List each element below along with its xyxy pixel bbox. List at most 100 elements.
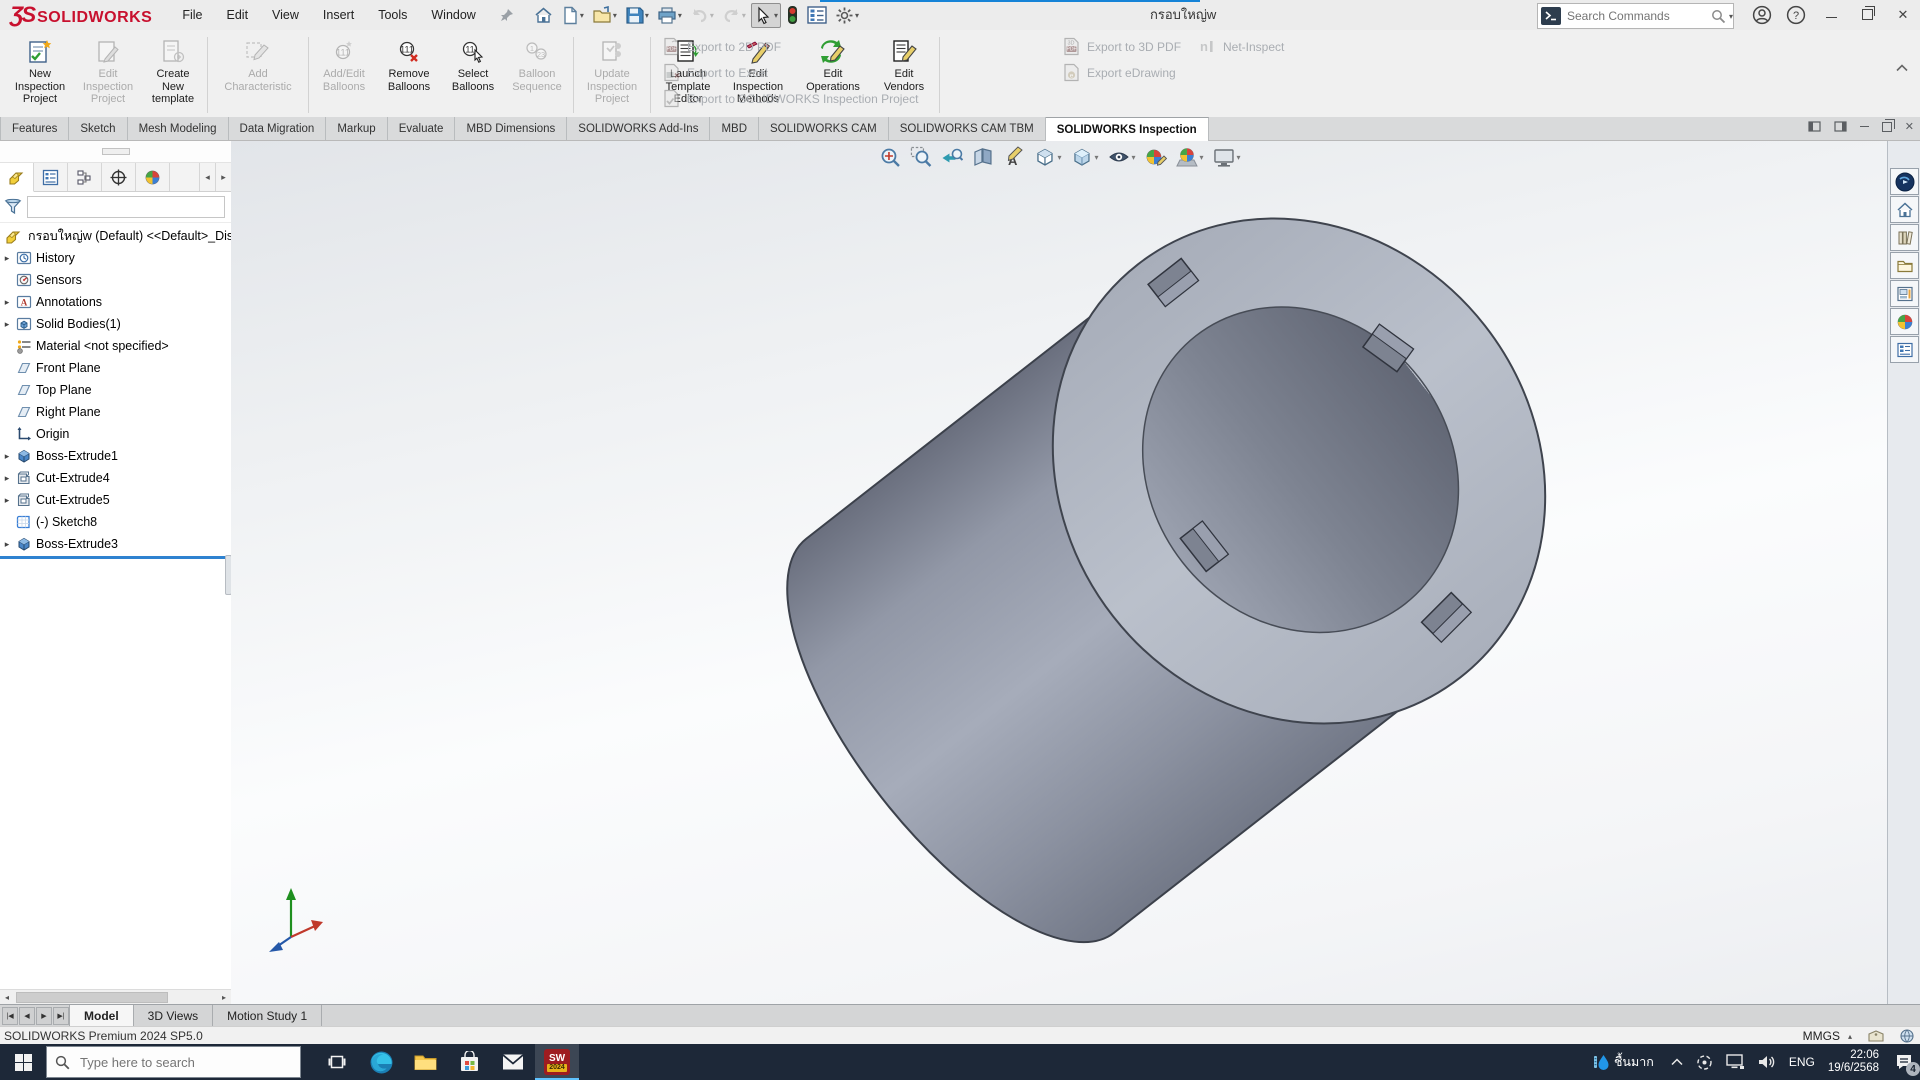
status-globe-icon[interactable] [1900,1029,1914,1043]
zoom-to-fit-icon[interactable] [877,145,901,169]
search-icon[interactable] [1711,9,1726,24]
new-document-button[interactable]: ▾ [558,3,587,28]
select-tool-caret[interactable]: ▾ [774,11,778,20]
tree-item-origin[interactable]: Origin [0,423,231,445]
tree-item-material[interactable]: Material <not specified> [0,335,231,357]
tab-features[interactable]: Features [0,117,69,140]
redo-button[interactable]: ▾ [719,3,749,28]
zoom-to-area-icon[interactable] [908,145,932,169]
apply-scene-button[interactable]: ▾ [1175,145,1205,169]
hide-show-items-caret[interactable]: ▾ [1131,153,1135,162]
weather-widget[interactable]: ชื้นมาก [1589,1052,1658,1072]
tree-item-solid-bodies[interactable]: ▸ Solid Bodies(1) [0,313,231,335]
tab-solidworks-inspection[interactable]: SOLIDWORKS Inspection [1046,117,1209,141]
add-characteristic-button[interactable]: Add Characteristic [211,35,305,96]
save-button[interactable]: ▾ [622,3,652,28]
edge-icon[interactable] [359,1044,403,1080]
doc-tab-motion-study[interactable]: Motion Study 1 [213,1005,322,1027]
tab-solidworks-add-ins[interactable]: SOLIDWORKS Add-Ins [567,117,710,140]
taskbar-clock[interactable]: 22:06 19/6/2568 [1828,1049,1879,1075]
screen-snip-icon[interactable] [1696,1054,1713,1071]
language-indicator[interactable]: ENG [1789,1055,1815,1069]
tree-root-item[interactable]: กรอบใหญ่w (Default) <<Default>_Displ [0,225,231,247]
pin-menu-icon[interactable] [500,8,514,22]
display-style-caret[interactable]: ▾ [1094,153,1098,162]
command-search[interactable]: ▾ [1537,3,1734,29]
tree-item-history[interactable]: ▸ History [0,247,231,269]
tab-sketch[interactable]: Sketch [69,117,127,140]
close-button[interactable]: ✕ [1892,7,1914,23]
restore-button[interactable] [1856,8,1878,23]
edit-inspection-project-button[interactable]: Edit Inspection Project [74,35,142,109]
menu-insert[interactable]: Insert [311,3,366,27]
previous-view-icon[interactable] [939,145,963,169]
expand-arrow-icon[interactable]: ▸ [0,539,14,550]
tree-item-sketch8[interactable]: (-) Sketch8 [0,511,231,533]
graphics-viewport[interactable]: A ▾ ▾ ▾ ▾ ▾ [231,140,1888,1004]
model-canvas[interactable] [231,140,1888,1004]
file-explorer-icon[interactable] [403,1044,447,1080]
units-selector[interactable]: MMGS ▴ [1803,1029,1852,1043]
tree-item-annotations[interactable]: ▸ A Annotations [0,291,231,313]
file-explorer-icon[interactable] [1890,252,1919,279]
undo-button[interactable]: ▾ [687,3,717,28]
balloon-sequence-button[interactable]: 123 Balloon Sequence [504,35,570,96]
view-settings-caret[interactable]: ▾ [1237,153,1241,162]
doc-tab-model[interactable]: Model [69,1005,134,1027]
save-caret[interactable]: ▾ [645,11,649,20]
new-inspection-project-button[interactable]: New Inspection Project [6,35,74,109]
start-button[interactable] [0,1044,46,1080]
redo-caret[interactable]: ▾ [742,11,746,20]
appearances-scenes-icon[interactable] [1890,308,1919,335]
scroll-right-icon[interactable]: ▸ [217,993,231,1002]
filter-funnel-icon[interactable] [4,198,22,216]
feature-tree-tab[interactable] [0,163,34,192]
menu-edit[interactable]: Edit [215,3,261,27]
edit-appearance-icon[interactable] [1144,145,1168,169]
expand-arrow-icon[interactable]: ▸ [0,319,14,330]
apply-scene-caret[interactable]: ▾ [1200,153,1204,162]
cylinder-part-model[interactable] [720,140,1646,1004]
menu-tools[interactable]: Tools [366,3,419,27]
view-palette-icon[interactable] [1890,280,1919,307]
dock-pane-left-icon[interactable] [1808,121,1821,132]
section-view-icon[interactable] [970,145,994,169]
next-tab-icon[interactable]: ▶ [36,1007,52,1025]
expand-arrow-icon[interactable]: ▸ [0,451,14,462]
network-display-icon[interactable] [1726,1054,1745,1070]
volume-icon[interactable] [1758,1054,1776,1070]
account-icon[interactable] [1752,5,1772,25]
expand-arrow-icon[interactable]: ▸ [0,495,14,506]
custom-properties-icon[interactable] [1890,336,1919,363]
tab-mesh-modeling[interactable]: Mesh Modeling [128,117,229,140]
panel-tab-scroll-left[interactable]: ◂ [199,163,215,191]
view-settings-button[interactable]: ▾ [1212,145,1242,169]
tab-solidworks-cam[interactable]: SOLIDWORKS CAM [759,117,889,140]
tag-icon[interactable] [1868,1030,1884,1043]
3dexperience-icon[interactable] [1890,168,1919,195]
panel-splitter-handle[interactable] [102,148,130,155]
print-button[interactable]: ▾ [654,3,685,28]
tab-evaluate[interactable]: Evaluate [388,117,456,140]
action-center-icon[interactable]: 4 [1892,1050,1916,1074]
tree-item-right-plane[interactable]: Right Plane [0,401,231,423]
document-close-icon[interactable]: ✕ [1905,120,1914,133]
task-pane-home-icon[interactable] [1890,196,1919,223]
export-edrawing-button[interactable]: e Export eDrawing [1062,62,1181,83]
tree-item-cut-extrude5[interactable]: ▸ Cut-Extrude5 [0,489,231,511]
options-caret[interactable]: ▾ [855,11,859,20]
tree-item-sensors[interactable]: Sensors [0,269,231,291]
select-tool-button[interactable]: ▾ [751,3,781,28]
taskbar-search-input[interactable] [78,1054,292,1071]
hide-show-items-button[interactable]: ▾ [1106,145,1136,169]
task-pane-toggle-button[interactable] [804,3,830,27]
menu-view[interactable]: View [260,3,311,27]
open-document-button[interactable]: ▾ [589,3,620,28]
dock-pane-right-icon[interactable] [1834,121,1847,132]
undo-caret[interactable]: ▾ [710,11,714,20]
create-new-template-button[interactable]: Create New template [142,35,204,109]
tree-item-top-plane[interactable]: Top Plane [0,379,231,401]
last-tab-icon[interactable]: ▶| [53,1007,69,1025]
ribbon-collapse-chevron[interactable] [1896,64,1908,72]
tree-filter-input[interactable] [27,196,225,218]
